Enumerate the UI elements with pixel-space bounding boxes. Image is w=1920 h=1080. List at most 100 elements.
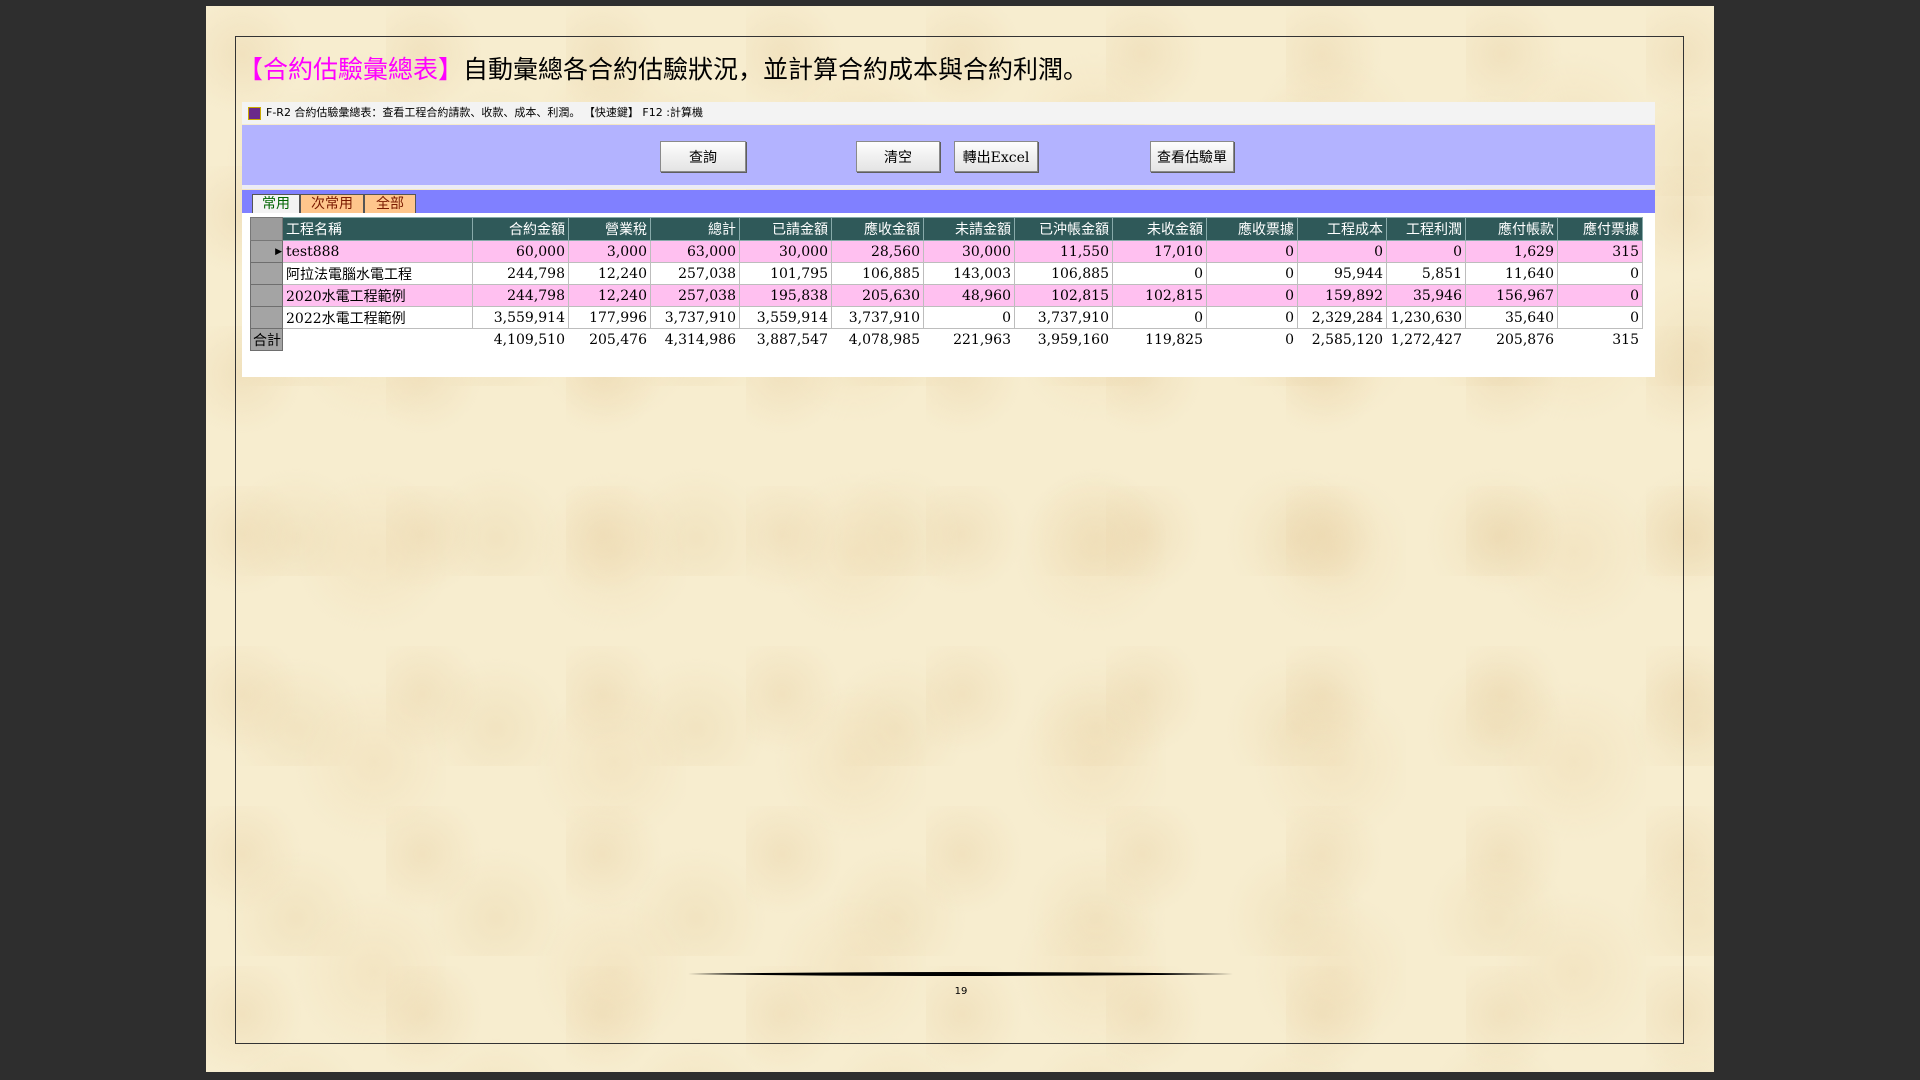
table-cell[interactable]: 0	[1112, 306, 1207, 329]
table-cell[interactable]: 35,946	[1386, 284, 1466, 307]
table-cell[interactable]: 156,967	[1465, 284, 1558, 307]
column-header[interactable]: 已請金額	[739, 217, 832, 241]
table-cell[interactable]: 0	[1206, 284, 1298, 307]
column-header[interactable]: 應付票據	[1557, 217, 1643, 241]
document-page: 【合約估驗彙總表】自動彙總各合約估驗狀況，並計算合約成本與合約利潤。 F-R2 …	[206, 6, 1714, 1072]
clear-button[interactable]: 清空	[856, 141, 940, 172]
project-name-cell[interactable]: test888	[282, 240, 473, 263]
table-cell[interactable]: 2,329,284	[1297, 306, 1387, 329]
table-row[interactable]: 阿拉法電腦水電工程 244,798 12,240 257,038 101,795 106,…	[250, 262, 1643, 285]
heading-highlight: 【合約估驗彙總表】	[238, 55, 464, 84]
table-cell[interactable]: 0	[1206, 240, 1298, 263]
table-cell[interactable]: 143,003	[923, 262, 1015, 285]
query-button[interactable]: 查詢	[660, 141, 746, 172]
total-cell: 2,585,120	[1297, 328, 1387, 351]
table-cell[interactable]: 17,010	[1112, 240, 1207, 263]
column-header[interactable]: 工程名稱	[282, 217, 473, 241]
tab-common[interactable]: 常用	[252, 194, 300, 213]
column-header[interactable]: 營業稅	[568, 217, 651, 241]
table-cell[interactable]: 244,798	[472, 284, 569, 307]
table-row[interactable]: 2020水電工程範例 244,798 12,240 257,038 195,838 205…	[250, 284, 1643, 307]
table-cell[interactable]: 102,815	[1112, 284, 1207, 307]
table-cell[interactable]: 159,892	[1297, 284, 1387, 307]
table-cell[interactable]: 95,944	[1297, 262, 1387, 285]
row-selector[interactable]	[250, 306, 283, 329]
table-cell[interactable]: 5,851	[1386, 262, 1466, 285]
column-header[interactable]: 總計	[650, 217, 740, 241]
table-cell[interactable]: 106,885	[831, 262, 924, 285]
tab-less-common[interactable]: 次常用	[300, 194, 364, 213]
table-cell[interactable]: 30,000	[923, 240, 1015, 263]
column-header[interactable]: 應付帳款	[1465, 217, 1558, 241]
table-cell[interactable]: 3,737,910	[831, 306, 924, 329]
column-header[interactable]: 已沖帳金額	[1014, 217, 1113, 241]
table-cell[interactable]: 30,000	[739, 240, 832, 263]
table-cell[interactable]: 102,815	[1014, 284, 1113, 307]
row-selector[interactable]	[250, 284, 283, 307]
column-header[interactable]: 應收金額	[831, 217, 924, 241]
table-cell[interactable]: 3,737,910	[650, 306, 740, 329]
column-header[interactable]: 工程利潤	[1386, 217, 1466, 241]
column-header[interactable]: 合約金額	[472, 217, 569, 241]
contract-summary-table: 工程名稱 合約金額 營業稅 總計 已請金額 應收金額 未請金額 已沖帳金額 未收…	[250, 217, 1643, 351]
table-cell[interactable]: 3,559,914	[472, 306, 569, 329]
total-cell: 1,272,427	[1386, 328, 1466, 351]
total-cell: 0	[1206, 328, 1298, 351]
table-cell[interactable]: 101,795	[739, 262, 832, 285]
column-header[interactable]: 工程成本	[1297, 217, 1387, 241]
table-row[interactable]: ▶ test888 60,000 3,000 63,000 30,000 28,560 30,…	[250, 240, 1643, 263]
table-row[interactable]: 2022水電工程範例 3,559,914 177,996 3,737,910 3,559…	[250, 306, 1643, 329]
table-cell[interactable]: 1,230,630	[1386, 306, 1466, 329]
view-estimate-button[interactable]: 查看估驗單	[1150, 141, 1234, 172]
table-cell[interactable]: 48,960	[923, 284, 1015, 307]
table-cell[interactable]: 244,798	[472, 262, 569, 285]
table-cell[interactable]: 315	[1557, 240, 1643, 263]
table-cell[interactable]: 12,240	[568, 262, 651, 285]
table-cell[interactable]: 0	[1297, 240, 1387, 263]
table-cell[interactable]: 0	[1386, 240, 1466, 263]
column-header[interactable]: 未收金額	[1112, 217, 1207, 241]
row-selector-current[interactable]: ▶	[250, 240, 283, 263]
table-cell[interactable]: 0	[1206, 306, 1298, 329]
table-cell[interactable]: 11,640	[1465, 262, 1558, 285]
table-cell[interactable]: 257,038	[650, 284, 740, 307]
table-cell[interactable]: 3,737,910	[1014, 306, 1113, 329]
table-cell[interactable]: 11,550	[1014, 240, 1113, 263]
table-cell[interactable]: 60,000	[472, 240, 569, 263]
table-cell[interactable]: 3,559,914	[739, 306, 832, 329]
table-cell[interactable]: 257,038	[650, 262, 740, 285]
project-name-cell[interactable]: 2022水電工程範例	[282, 306, 473, 329]
table-cell[interactable]: 0	[1557, 284, 1643, 307]
table-cell[interactable]: 0	[1557, 262, 1643, 285]
table-cell[interactable]: 205,630	[831, 284, 924, 307]
column-header[interactable]: 未請金額	[923, 217, 1015, 241]
project-name-cell[interactable]: 阿拉法電腦水電工程	[282, 262, 473, 285]
heading-description: 自動彙總各合約估驗狀況，並計算合約成本與合約利潤。	[463, 55, 1089, 84]
table-cell[interactable]: 0	[1112, 262, 1207, 285]
export-excel-button[interactable]: 轉出Excel	[954, 141, 1038, 172]
page-heading: 【合約估驗彙總表】自動彙總各合約估驗狀況，並計算合約成本與合約利潤。	[238, 50, 1088, 90]
total-cell: 3,959,160	[1014, 328, 1113, 351]
column-header[interactable]: 應收票據	[1206, 217, 1298, 241]
table-cell[interactable]: 35,640	[1465, 306, 1558, 329]
project-name-cell[interactable]: 2020水電工程範例	[282, 284, 473, 307]
table-cell[interactable]: 28,560	[831, 240, 924, 263]
table-cell[interactable]: 195,838	[739, 284, 832, 307]
row-selector[interactable]	[250, 262, 283, 285]
tab-all[interactable]: 全部	[364, 194, 416, 213]
table-cell[interactable]: 0	[1206, 262, 1298, 285]
table-cell[interactable]: 0	[1557, 306, 1643, 329]
table-cell[interactable]: 106,885	[1014, 262, 1113, 285]
toolbar: 查詢 清空 轉出Excel 查看估驗單	[242, 125, 1655, 189]
table-cell[interactable]: 63,000	[650, 240, 740, 263]
window-title: F-R2 合約估驗彙總表：查看工程合約請款、收款、成本、利潤。 【快速鍵】 F1…	[266, 106, 703, 119]
table-cell[interactable]: 177,996	[568, 306, 651, 329]
total-cell: 119,825	[1112, 328, 1207, 351]
table-cell[interactable]: 12,240	[568, 284, 651, 307]
table-cell[interactable]: 3,000	[568, 240, 651, 263]
table-cell[interactable]: 1,629	[1465, 240, 1558, 263]
table-cell[interactable]: 0	[923, 306, 1015, 329]
total-cell	[282, 328, 473, 351]
tab-bar: 常用 次常用 全部	[242, 190, 1655, 213]
current-row-arrow-icon: ▶	[275, 246, 282, 257]
